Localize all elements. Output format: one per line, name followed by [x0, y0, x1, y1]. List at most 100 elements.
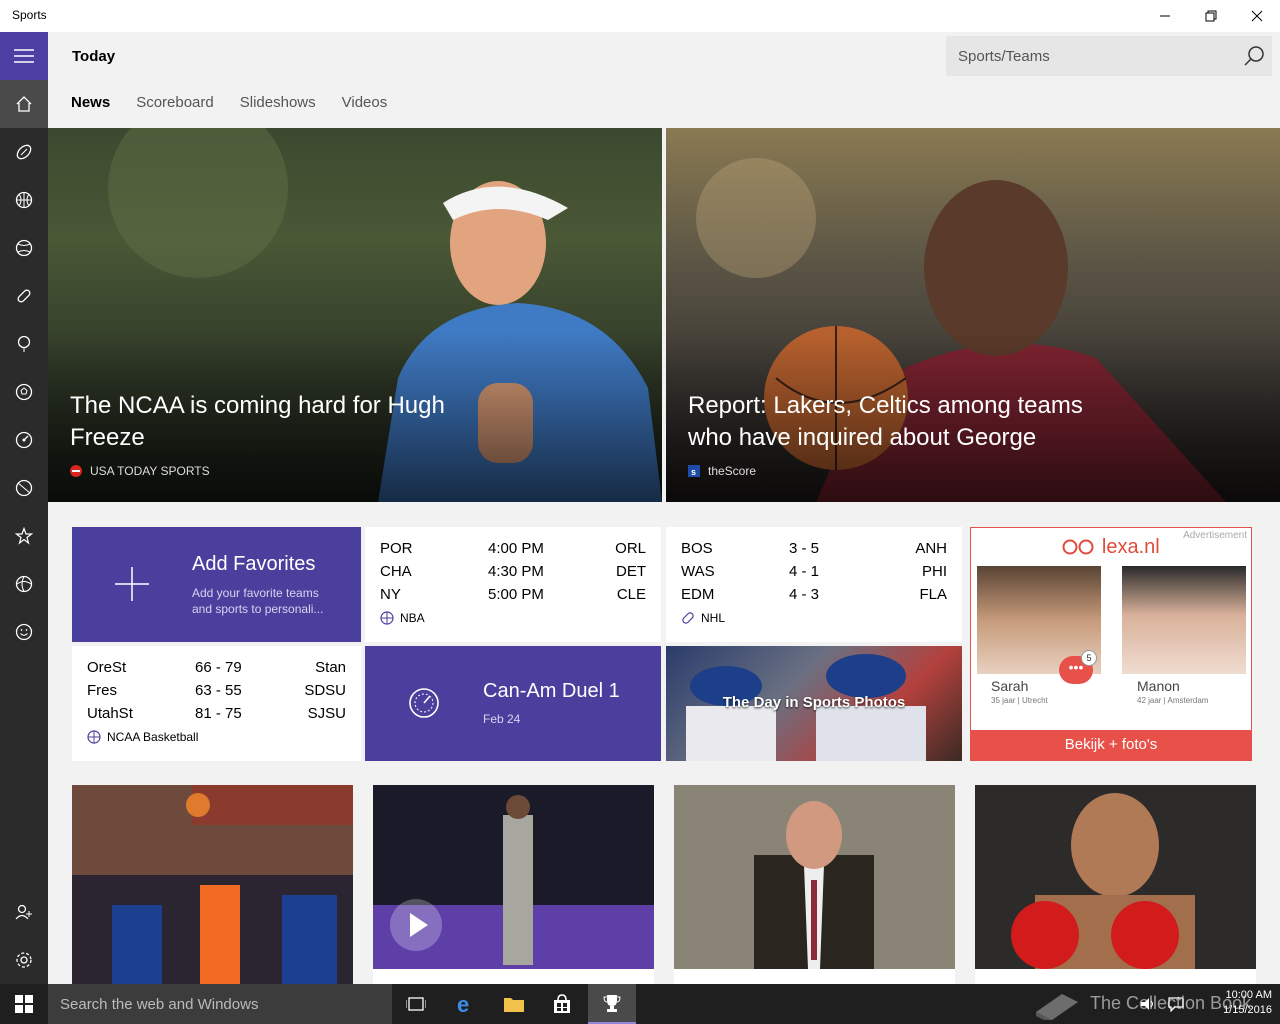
task-view-button[interactable] — [392, 984, 440, 1024]
nav-account[interactable] — [0, 888, 48, 936]
add-favorites-tile[interactable]: Add Favorites Add your favorite teams an… — [72, 527, 361, 642]
taskbar-clock[interactable]: 10:00 AM 1/15/2016 — [1206, 988, 1272, 1018]
ad-brand-logo: lexa.nl — [971, 536, 1251, 559]
home-icon — [16, 96, 32, 112]
nav-home[interactable] — [0, 80, 48, 128]
favorites-icon — [15, 527, 33, 545]
nav-fun[interactable] — [0, 608, 48, 656]
score-row: BOS 3 - 5 ANH — [681, 540, 947, 557]
hero-right-headline[interactable]: Report: Lakers, Celtics among teams who … — [688, 390, 1108, 454]
hero-left-source-label: USA TODAY SPORTS — [90, 464, 210, 478]
add-favorites-subtitle: Add your favorite teams and sports to pe… — [192, 586, 324, 616]
league-label: NBA — [380, 611, 425, 625]
score-row: CHA 4:30 PM DET — [380, 563, 646, 580]
nav-soccer[interactable] — [0, 368, 48, 416]
minimize-icon — [1160, 15, 1170, 17]
volume-icon[interactable] — [1140, 996, 1156, 1012]
hockey-icon — [682, 612, 694, 624]
content-area: The NCAA is coming hard for Hugh Freeze … — [48, 128, 1280, 984]
book-watermark-icon — [1036, 994, 1078, 1020]
start-button[interactable] — [0, 984, 48, 1024]
search-icon — [1244, 46, 1264, 66]
tab-videos[interactable]: Videos — [342, 94, 388, 111]
restore-icon — [1205, 10, 1217, 22]
store-icon — [554, 994, 570, 1013]
add-favorites-title: Add Favorites — [192, 553, 316, 575]
score-row: WAS 4 - 1 PHI — [681, 563, 947, 580]
nav-golf[interactable] — [0, 320, 48, 368]
hero-right-source: s theScore — [688, 464, 756, 478]
clock-date: 1/15/2016 — [1223, 1004, 1272, 1016]
soccer-icon — [15, 383, 33, 401]
hero-story-right[interactable]: Report: Lakers, Celtics among teams who … — [666, 128, 1280, 502]
nav-fantasy[interactable] — [0, 560, 48, 608]
hero-story-left[interactable]: The NCAA is coming hard for Hugh Freeze … — [48, 128, 662, 502]
golf-icon — [17, 335, 31, 352]
league-label: NHL — [681, 611, 725, 625]
nav-settings[interactable] — [0, 936, 48, 984]
tab-scoreboard[interactable]: Scoreboard — [136, 94, 214, 111]
restore-button[interactable] — [1188, 0, 1234, 32]
settings-icon — [16, 952, 32, 968]
racing-icon — [409, 688, 439, 718]
hockey-icon — [17, 289, 31, 303]
news-card[interactable] — [975, 785, 1256, 984]
ncaa-scores-tile[interactable]: OreSt 66 - 79 Stan Fres 63 - 55 SDSU UtahSt 8… — [72, 646, 361, 761]
minimize-button[interactable] — [1142, 0, 1188, 32]
folder-icon — [504, 998, 524, 1012]
edge-button[interactable]: e — [442, 984, 490, 1024]
sports-app-button[interactable] — [588, 984, 636, 1024]
ad-cta-button[interactable]: Bekijk + foto's — [971, 730, 1251, 760]
news-card-image — [674, 785, 955, 984]
tab-slideshows[interactable]: Slideshows — [240, 94, 316, 111]
photos-tile[interactable]: The Day in Sports Photos — [666, 646, 962, 761]
nav-baseball[interactable] — [0, 224, 48, 272]
hero-left-headline[interactable]: The NCAA is coming hard for Hugh Freeze — [70, 390, 490, 454]
score-row: UtahSt 81 - 75 SJSU — [87, 705, 346, 722]
hero-left-source: USA TODAY SPORTS — [70, 464, 210, 478]
football-icon — [16, 144, 32, 160]
event-tile[interactable]: Can-Am Duel 1 Feb 24 — [365, 646, 661, 761]
basketball-icon — [15, 191, 33, 209]
plus-icon — [115, 567, 149, 601]
news-card-image — [975, 785, 1256, 984]
nav-racing[interactable] — [0, 416, 48, 464]
search-box — [946, 36, 1272, 76]
taskbar-search-input[interactable] — [48, 984, 392, 1024]
trophy-icon — [603, 995, 621, 1012]
taskbar: e The Collection Book 10:00 AM 1/15/2016 — [0, 984, 1280, 1024]
nba-scores-tile[interactable]: POR 4:00 PM ORL CHA 4:30 PM DET NY 5:00 PM CLE… — [365, 527, 661, 642]
add-user-icon — [15, 904, 32, 920]
taskbar-search — [48, 984, 392, 1024]
score-row: NY 5:00 PM CLE — [380, 586, 646, 603]
file-explorer-button[interactable] — [490, 984, 538, 1024]
system-tray — [1140, 996, 1184, 1012]
usa-today-logo-icon — [70, 465, 82, 477]
nav-hockey[interactable] — [0, 272, 48, 320]
event-title: Can-Am Duel 1 — [483, 680, 620, 702]
nav-tennis[interactable] — [0, 464, 48, 512]
news-card[interactable] — [72, 785, 353, 984]
tab-news[interactable]: News — [71, 94, 110, 111]
nav-basketball[interactable] — [0, 176, 48, 224]
baseball-icon — [15, 239, 33, 257]
nav-football[interactable] — [0, 128, 48, 176]
advertisement-tile[interactable]: Advertisement lexa.nl ••• 5 Sarah 35 jaa… — [970, 527, 1252, 761]
event-date: Feb 24 — [483, 712, 521, 726]
nhl-scores-tile[interactable]: BOS 3 - 5 ANH WAS 4 - 1 PHI EDM 4 - 3 FLA NHL — [666, 527, 962, 642]
title-bar: Sports — [0, 0, 1280, 32]
page-title: Today — [72, 48, 116, 65]
photos-tile-label: The Day in Sports Photos — [722, 694, 906, 711]
store-button[interactable] — [538, 984, 586, 1024]
basketball-icon — [87, 730, 101, 744]
search-button[interactable] — [1242, 44, 1266, 68]
nav-favorites[interactable] — [0, 512, 48, 560]
search-input[interactable] — [946, 36, 1236, 76]
close-button[interactable] — [1234, 0, 1280, 32]
hamburger-menu-button[interactable] — [0, 32, 48, 80]
windows-logo-icon — [15, 995, 33, 1013]
news-card[interactable] — [373, 785, 654, 984]
clock-time: 10:00 AM — [1225, 989, 1272, 1001]
news-card[interactable] — [674, 785, 955, 984]
notifications-icon[interactable] — [1168, 996, 1184, 1012]
